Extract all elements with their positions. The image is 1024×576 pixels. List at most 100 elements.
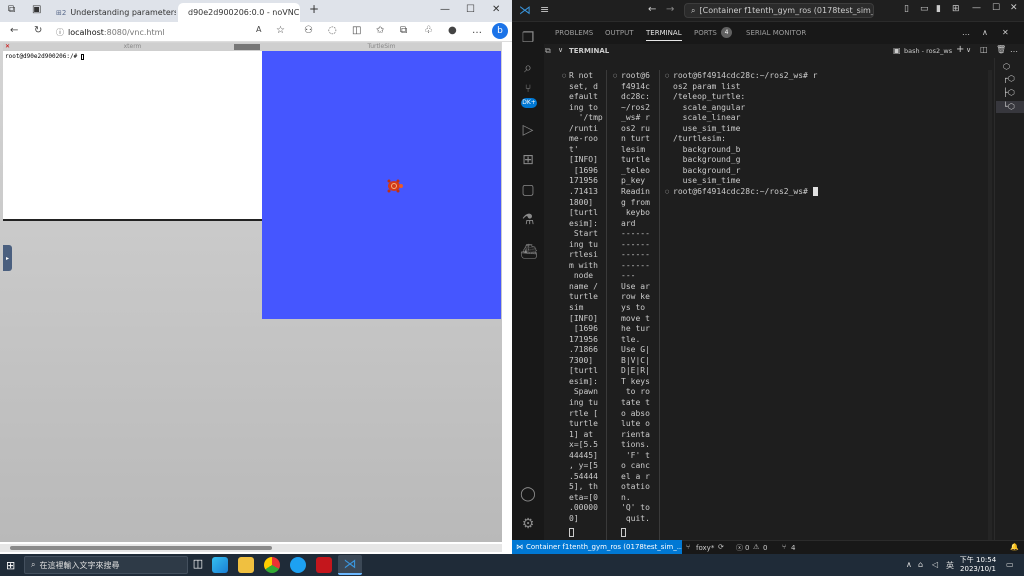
terminal-instance-icon[interactable]: ⬡ — [1003, 62, 1010, 71]
terminal-pane-1-output[interactable]: R not set, d efault ing to '/tmp /runti … — [569, 71, 603, 525]
terminal-pane-3-output[interactable]: root@6f4914cdc28c:~/ros2_ws# r os2 param… — [673, 71, 818, 198]
kill-terminal-icon[interactable]: 🗑 — [996, 45, 1006, 54]
tab-understanding-parameters[interactable]: ⊞2 Understanding parameters — RO ✕ — [50, 3, 176, 22]
terminal-split-divider[interactable] — [606, 70, 607, 540]
search-icon[interactable]: ⌕ — [520, 60, 536, 76]
read-aloud-icon[interactable]: A — [256, 25, 261, 34]
favorites-bar-icon[interactable]: ✩ — [376, 25, 384, 36]
turtlesim-canvas[interactable] — [262, 51, 501, 319]
volume-icon[interactable]: ◁ — [932, 560, 938, 569]
remote-explorer-icon[interactable]: ▢ — [520, 182, 536, 198]
tab-output[interactable]: OUTPUT — [605, 29, 634, 37]
extensions-icon[interactable]: ⊞ — [520, 152, 536, 168]
terminal-scrollbar[interactable] — [988, 70, 992, 540]
back-icon[interactable]: ← — [10, 25, 18, 36]
account-icon[interactable]: ◯ — [520, 486, 536, 502]
refresh-icon[interactable]: ↻ — [34, 25, 42, 36]
new-tab-button[interactable]: + — [309, 2, 319, 16]
nav-forward-icon[interactable]: → — [666, 4, 674, 15]
nav-back-icon[interactable]: ← — [648, 4, 656, 15]
chrome-icon[interactable] — [264, 557, 280, 573]
tab-terminal[interactable]: TERMINAL — [646, 29, 682, 41]
ime-label[interactable]: 英 — [946, 560, 954, 571]
system-clock[interactable]: 下午 10:54 2023/10/1 — [958, 556, 998, 574]
more-actions-icon[interactable]: … — [962, 28, 970, 37]
terminal-pane-2-output[interactable]: root@6 f4914c dc28c: ~/ros2 _ws# r os2 r… — [621, 71, 650, 525]
command-center-search[interactable]: ⌕ [Container f1tenth_gym_ros (0178test_s… — [684, 3, 874, 18]
command-decoration-icon[interactable]: ○ — [613, 73, 617, 79]
command-decoration-icon[interactable]: ○ — [562, 73, 566, 79]
customize-layout-icon[interactable]: ⊞ — [952, 4, 960, 14]
turtlesim-titlebar[interactable]: TurtleSim — [262, 43, 501, 51]
more-icon[interactable]: … — [472, 25, 482, 36]
dropdown-chevron-icon[interactable]: ∨ — [966, 46, 971, 54]
window-buttons-icon[interactable] — [234, 44, 260, 50]
notifications-icon[interactable]: 🔔 — [1010, 543, 1019, 551]
terminal-split-instance-icon[interactable]: ├⬡ — [1003, 88, 1015, 97]
file-explorer-icon[interactable] — [238, 557, 254, 573]
menu-icon[interactable]: ≡ — [540, 3, 549, 16]
novnc-control-handle[interactable]: ▸ — [3, 245, 12, 271]
command-decoration-icon[interactable]: ○ — [665, 189, 669, 195]
maximize-button[interactable]: ☐ — [466, 4, 475, 15]
run-debug-icon[interactable]: ▷ — [520, 122, 536, 138]
terminal-split-instance-icon[interactable]: ┌⬡ — [1003, 74, 1015, 83]
workspaces-icon[interactable]: ⧉ — [8, 4, 15, 15]
layout-sidebar-icon[interactable]: ▯ — [904, 4, 909, 14]
status-branch[interactable]: foxy* — [696, 544, 714, 552]
tab-ports[interactable]: PORTS — [694, 29, 717, 37]
command-decoration-icon[interactable]: ○ — [665, 73, 669, 79]
url-field[interactable]: ⓘ localhost:8080/vnc.html — [56, 25, 246, 39]
source-control-icon[interactable]: ⑂ — [520, 82, 536, 95]
status-warnings[interactable]: 0 — [763, 544, 767, 552]
start-icon[interactable]: ⊞ — [6, 559, 15, 572]
taskbar-search-box[interactable]: ⌕ 在這裡輸入文字來搜尋 — [24, 556, 188, 574]
mcafee-icon[interactable] — [316, 557, 332, 573]
explorer-mini-icon[interactable]: ⧉ — [545, 46, 551, 56]
docker-icon[interactable]: ⛴ — [520, 244, 538, 260]
status-ports[interactable]: 4 — [791, 544, 795, 552]
tab-serial-monitor[interactable]: SERIAL MONITOR — [746, 29, 806, 37]
close-window-button[interactable]: ✕ — [1010, 3, 1018, 13]
collections-icon[interactable]: ⧉ — [400, 25, 407, 36]
settings-gear-icon[interactable]: ⚙ — [520, 516, 536, 532]
layout-panel-icon[interactable]: ▭ — [920, 4, 929, 14]
split-screen-icon[interactable]: ◫ — [352, 25, 361, 36]
bash-label[interactable]: bash - ros2_ws — [904, 47, 952, 55]
profile-icon[interactable]: ● — [448, 25, 457, 36]
tab-actions-icon[interactable]: ▣ — [32, 4, 41, 15]
terminal-split-instance-icon[interactable]: └⬡ — [1003, 102, 1015, 111]
explorer-icon[interactable]: ❐ — [520, 30, 536, 46]
split-terminal-icon[interactable]: ◫ — [980, 45, 988, 54]
extensions-icon[interactable]: ♧ — [424, 25, 433, 36]
maximize-button[interactable]: ☐ — [992, 3, 1000, 13]
chevron-down-icon[interactable]: ∨ — [558, 46, 563, 54]
xterm-titlebar[interactable]: ✕ xterm — [3, 43, 262, 51]
layout-secondary-icon[interactable]: ▮ — [936, 4, 941, 14]
close-window-button[interactable]: ✕ — [492, 4, 500, 15]
minimize-button[interactable]: — — [440, 4, 450, 15]
extension-icon[interactable]: ⚇ — [304, 25, 313, 36]
new-terminal-icon[interactable]: + — [956, 44, 964, 55]
browser-essentials-icon[interactable]: ◌ — [328, 25, 337, 36]
xterm-window[interactable]: root@d90e2d900206:/# — [3, 51, 262, 221]
tray-chevron-icon[interactable]: ∧ — [906, 560, 912, 569]
terminal-more-icon[interactable]: … — [1010, 45, 1018, 54]
tab-novnc[interactable]: d90e2d900206:0.0 - noVNC ✕ — [178, 3, 300, 22]
network-icon[interactable]: ⌂ — [918, 560, 923, 569]
edge-icon[interactable] — [212, 557, 228, 573]
maximize-panel-icon[interactable]: ∧ — [982, 28, 988, 37]
status-errors[interactable]: 0 — [745, 544, 749, 552]
remote-indicator[interactable]: ⋈ Container f1tenth_gym_ros (0178test_si… — [512, 540, 682, 554]
tab-problems[interactable]: PROBLEMS — [555, 29, 593, 37]
app-icon[interactable] — [290, 557, 306, 573]
notification-center-icon[interactable]: ▭ — [1006, 560, 1014, 569]
scrollbar-thumb[interactable] — [10, 546, 272, 550]
task-view-icon[interactable]: ◫ — [190, 557, 206, 573]
copilot-icon[interactable]: b — [492, 23, 508, 39]
favorite-icon[interactable]: ☆ — [276, 25, 285, 36]
testing-icon[interactable]: ⚗ — [520, 212, 536, 228]
minimize-button[interactable]: — — [972, 3, 981, 13]
terminal-split-divider[interactable] — [659, 70, 660, 540]
close-panel-icon[interactable]: ✕ — [1002, 28, 1009, 37]
